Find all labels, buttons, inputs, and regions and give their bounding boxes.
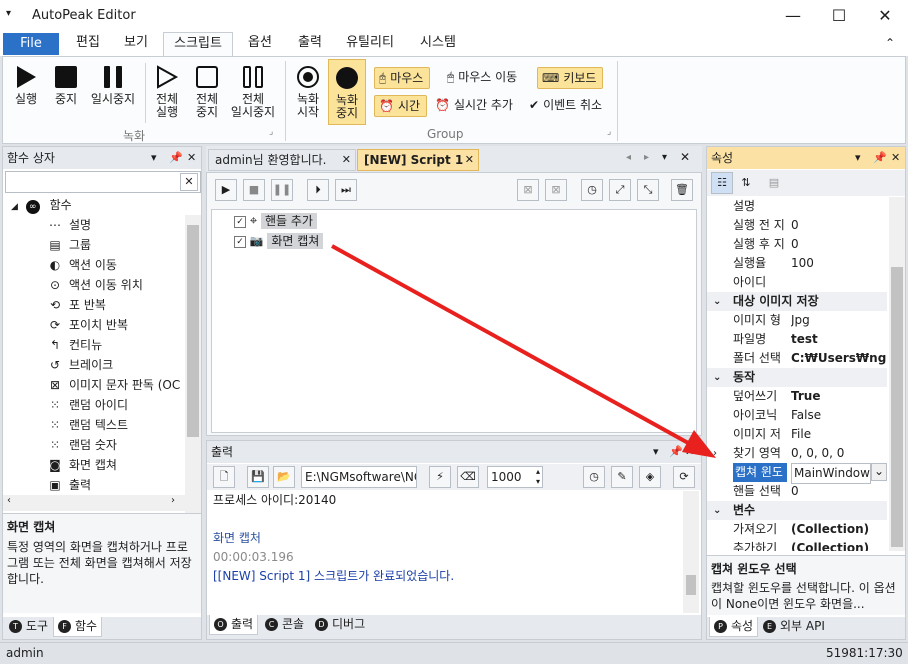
arrow-shaft <box>331 244 691 446</box>
status-bar: admin 51981:17:30 <box>0 642 908 664</box>
annotation-arrow <box>331 244 716 458</box>
status-user: admin <box>6 646 44 660</box>
status-time: 51981:17:30 <box>826 646 903 660</box>
arrow-head <box>682 430 716 458</box>
